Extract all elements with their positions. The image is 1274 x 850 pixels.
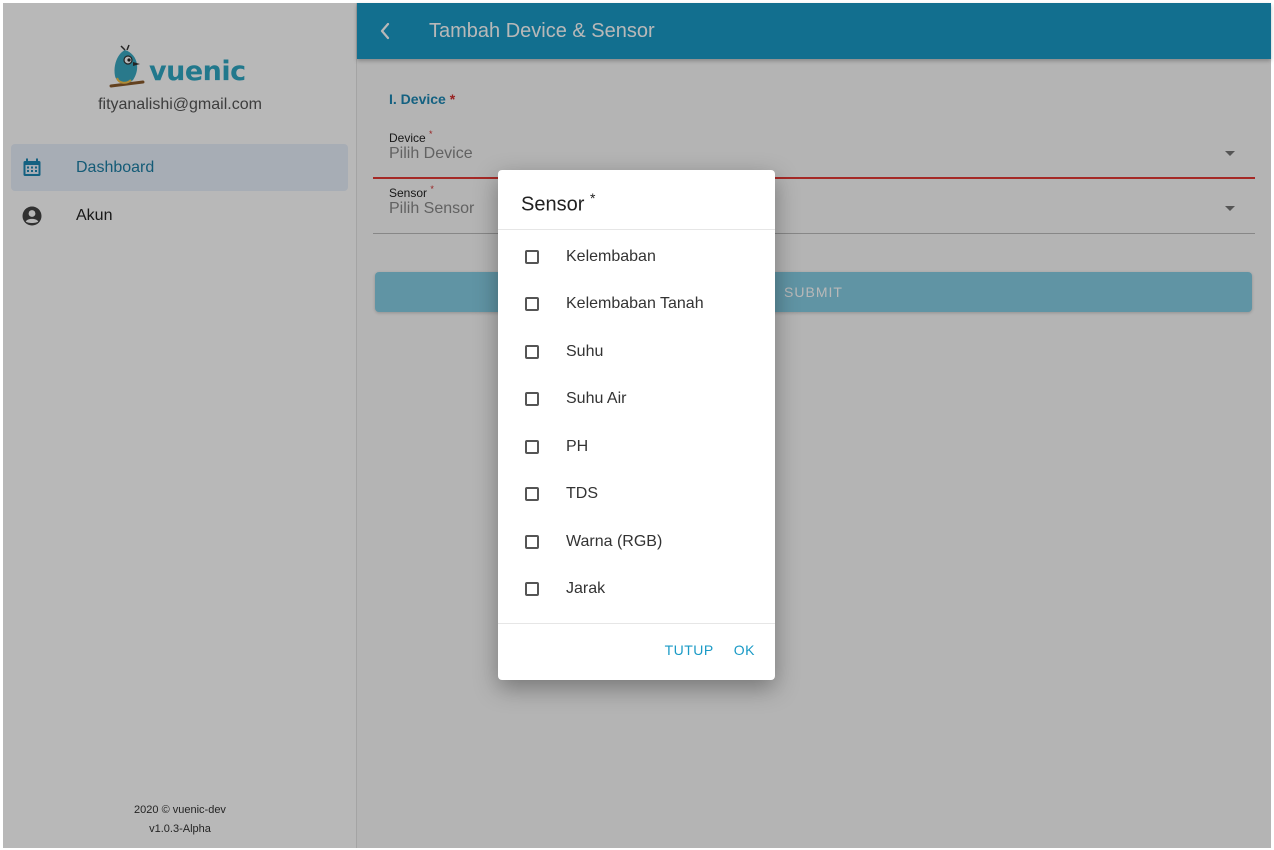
sensor-option-jarak[interactable]: Jarak [498, 565, 775, 612]
option-label: Suhu Air [566, 389, 627, 407]
option-label: Jarak [566, 579, 606, 597]
checkbox-icon[interactable] [525, 391, 539, 406]
option-label: PH [566, 437, 589, 455]
checkbox-icon[interactable] [525, 344, 539, 359]
sensor-option-tds[interactable]: TDS [498, 470, 775, 517]
option-label: Kelembaban Tanah [566, 294, 704, 312]
option-label: Suhu [566, 342, 604, 360]
sensor-option-suhu[interactable]: Suhu [498, 328, 775, 375]
sensor-option-ph[interactable]: PH [498, 423, 775, 470]
option-label: Warna (RGB) [566, 532, 663, 550]
dialog-actions: TUTUP OK [498, 635, 775, 665]
sensor-option-kelembaban-tanah[interactable]: Kelembaban Tanah [498, 280, 775, 327]
dialog-title: Sensor * [521, 190, 596, 216]
tutup-button[interactable]: TUTUP [659, 636, 720, 664]
option-label: Kelembaban [566, 247, 656, 265]
dialog-divider [498, 229, 775, 230]
sensor-option-warna-rgb[interactable]: Warna (RGB) [498, 518, 775, 565]
checkbox-icon[interactable] [525, 249, 539, 264]
ok-button[interactable]: OK [728, 636, 761, 664]
dialog-divider [498, 623, 775, 624]
checkbox-icon[interactable] [525, 534, 539, 549]
checkbox-icon[interactable] [525, 439, 539, 454]
checkbox-icon[interactable] [525, 581, 539, 596]
option-label: TDS [566, 484, 598, 502]
sensor-option-suhu-air[interactable]: Suhu Air [498, 375, 775, 422]
app-frame: vuenic fityanalishi@gmail.com Dashboard … [3, 3, 1271, 848]
sensor-dialog: Sensor * Kelembaban Kelembaban Tanah Suh… [498, 170, 775, 680]
sensor-option-kelembaban[interactable]: Kelembaban [498, 233, 775, 280]
checkbox-icon[interactable] [525, 296, 539, 311]
checkbox-icon[interactable] [525, 486, 539, 501]
